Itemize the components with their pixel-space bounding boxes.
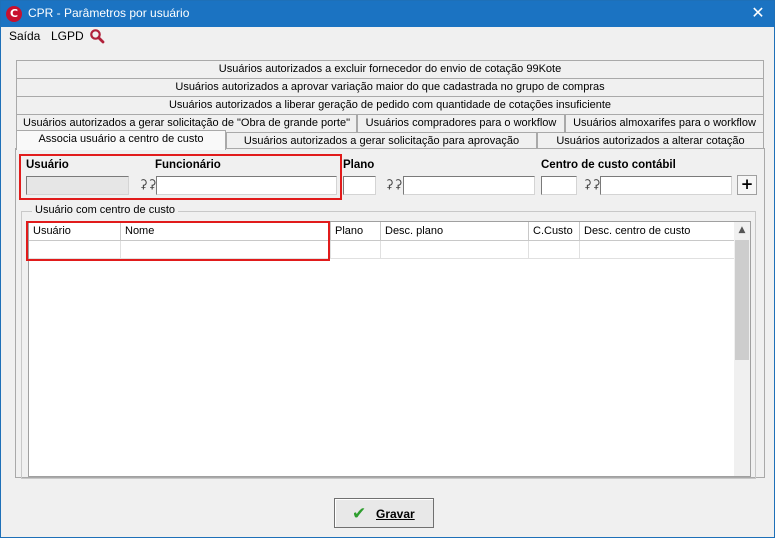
column-header-nome[interactable]: Nome [121, 222, 331, 241]
desc-centro-custo-field[interactable] [600, 176, 732, 195]
usuario-centro-custo-group: Usuário com centro de custo Usuário Nome… [21, 204, 756, 479]
column-header-plano[interactable]: Plano [331, 222, 381, 241]
save-label: Gravar [376, 507, 415, 521]
menu-bar: Saída LGPD [1, 27, 774, 47]
table-cell[interactable] [580, 241, 735, 259]
column-header-usuario[interactable]: Usuário [29, 222, 121, 241]
desc-plano-field[interactable] [403, 176, 535, 195]
menu-saida[interactable]: Saída [9, 29, 40, 43]
column-header-ccusto[interactable]: C.Custo [529, 222, 580, 241]
window-title: CPR - Parâmetros por usuário [28, 6, 190, 20]
check-icon: ✔ [352, 504, 367, 524]
app-logo-icon: C [6, 6, 22, 22]
tab-excluir-fornecedor-99kote[interactable]: Usuários autorizados a excluir fornecedo… [16, 60, 764, 78]
add-button[interactable]: + [737, 175, 757, 195]
table-cell[interactable] [381, 241, 529, 259]
scroll-thumb[interactable] [735, 240, 749, 360]
tab-centro-custo[interactable]: Associa usuário a centro de custo [16, 130, 226, 150]
binoculars-icon[interactable]: ⚳⚳ [583, 177, 601, 191]
plano-field[interactable] [343, 176, 376, 195]
binoculars-icon[interactable]: ⚳⚳ [385, 177, 403, 191]
vertical-scrollbar[interactable]: ▲ [734, 222, 750, 476]
group-title: Usuário com centro de custo [32, 204, 179, 216]
funcionario-label: Funcionário [155, 159, 221, 171]
column-header-desc-plano[interactable]: Desc. plano [381, 222, 529, 241]
scroll-up-icon[interactable]: ▲ [734, 222, 750, 239]
column-header-desc-centro-custo[interactable]: Desc. centro de custo [580, 222, 735, 241]
table-cell[interactable] [121, 241, 331, 259]
table-cell[interactable] [331, 241, 381, 259]
menu-lgpd[interactable]: LGPD [51, 29, 84, 43]
usuario-label: Usuário [26, 159, 69, 171]
tab-almoxarifes-workflow[interactable]: Usuários almoxarifes para o workflow [565, 114, 764, 132]
table-cell[interactable] [29, 241, 121, 259]
tab-liberar-pedido[interactable]: Usuários autorizados a liberar geração d… [16, 96, 764, 114]
centro-custo-field[interactable] [541, 176, 577, 195]
usuario-field[interactable] [26, 176, 129, 195]
data-grid[interactable]: Usuário Nome Plano Desc. plano C.Custo D… [28, 221, 751, 477]
binoculars-icon[interactable]: ⚳⚳ [139, 177, 157, 191]
centro-custo-label: Centro de custo contábil [541, 159, 676, 171]
search-icon[interactable] [89, 28, 105, 47]
save-button[interactable]: ✔ Gravar [334, 498, 434, 528]
table-cell[interactable] [529, 241, 580, 259]
plano-label: Plano [343, 159, 375, 171]
main-window: C CPR - Parâmetros por usuário ✕ Saída L… [0, 0, 775, 538]
title-bar: C CPR - Parâmetros por usuário ✕ [1, 1, 774, 27]
tab-aprovar-variacao[interactable]: Usuários autorizados a aprovar variação … [16, 78, 764, 96]
close-button[interactable]: ✕ [748, 3, 768, 23]
funcionario-field[interactable] [156, 176, 337, 195]
tab-compradores-workflow[interactable]: Usuários compradores para o workflow [357, 114, 565, 132]
